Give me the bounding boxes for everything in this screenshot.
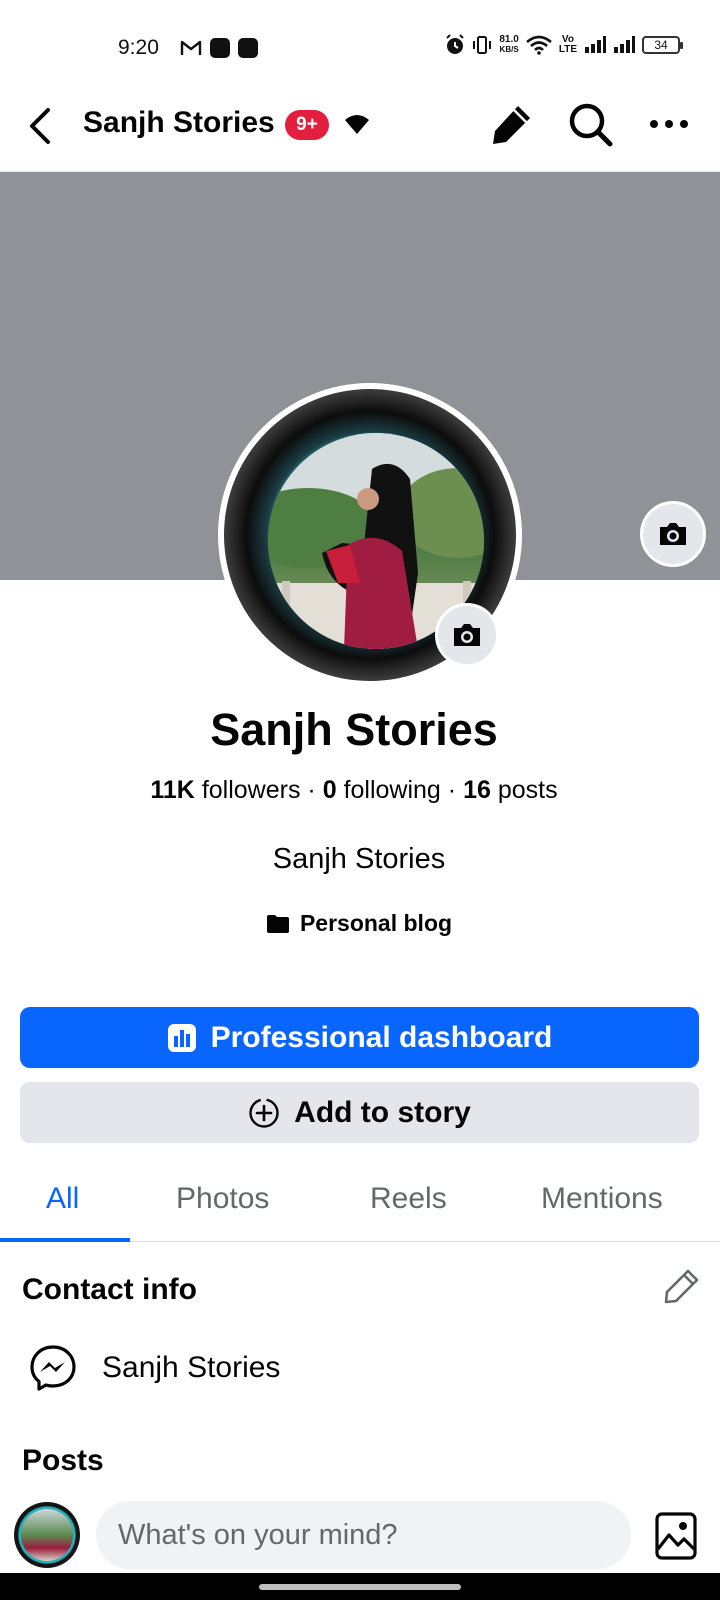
page-switcher-caret[interactable] [342, 112, 372, 140]
tab-reels[interactable]: Reels [370, 1182, 447, 1216]
volte-indicator: Vo LTE [558, 34, 577, 55]
active-tab-indicator [0, 1238, 130, 1242]
add-to-story-button[interactable]: Add to story [20, 1082, 699, 1143]
camera-icon [660, 523, 686, 545]
pencil-icon [493, 106, 530, 144]
gmail-icon [180, 40, 202, 55]
network-speed: 81.0 KB/S [499, 34, 519, 55]
messenger-icon [30, 1345, 76, 1391]
back-arrow-icon [30, 108, 50, 144]
followers-label[interactable]: followers [202, 776, 301, 804]
profile-name: Sanjh Stories [210, 704, 498, 755]
tab-all[interactable]: All [46, 1182, 79, 1216]
professional-dashboard-label: Professional dashboard [210, 1020, 553, 1054]
alarm-icon [446, 34, 465, 54]
caret-down-icon [345, 115, 369, 134]
dashboard-chart-icon [167, 1023, 196, 1052]
app-notification-icon [210, 38, 230, 58]
posts-title: Posts [22, 1444, 104, 1477]
back-button[interactable] [22, 104, 62, 148]
search-icon [569, 103, 613, 147]
page-switcher-title[interactable]: Sanjh Stories [83, 106, 275, 140]
composer-avatar-photo [21, 1509, 73, 1561]
profile-bio: Sanjh Stories [272, 843, 446, 875]
composer-avatar[interactable] [14, 1502, 80, 1568]
battery-indicator: 34 [642, 36, 683, 54]
following-label[interactable]: following [344, 776, 441, 804]
stats-separator: · [307, 776, 316, 804]
profile-tabs: All Photos Reels Mentions [0, 1168, 720, 1242]
app-notification-icon [238, 38, 258, 58]
messenger-contact[interactable]: Sanjh Stories [28, 1343, 280, 1393]
notification-badge: 9+ [285, 110, 329, 140]
status-bar: 9:20 81.0 KB/S Vo LTE 34 [0, 0, 720, 96]
more-icon [650, 120, 688, 128]
signal-icon [585, 36, 606, 53]
contact-info-title: Contact info [22, 1273, 197, 1306]
posts-count: 16 [463, 776, 491, 804]
signal-icon [614, 36, 635, 53]
messenger-contact-label: Sanjh Stories [102, 1351, 281, 1384]
profile-stats: 11K followers · 0 following · 16 posts [0, 776, 708, 805]
tab-photos[interactable]: Photos [176, 1182, 269, 1216]
status-time: 9:20 [118, 36, 159, 59]
notification-icons [180, 38, 258, 58]
camera-icon [454, 624, 480, 646]
followers-count[interactable]: 11K [150, 776, 194, 804]
add-photo-button[interactable] [654, 1511, 698, 1561]
category-folder-icon [266, 914, 289, 933]
vibrate-icon [473, 36, 492, 54]
profile-category: Personal blog [0, 910, 718, 937]
search-button[interactable] [566, 100, 614, 148]
edit-cover-button[interactable] [640, 501, 706, 567]
add-circle-icon [249, 1097, 279, 1128]
following-count[interactable]: 0 [323, 776, 337, 804]
edit-profile-picture-button[interactable] [435, 603, 499, 667]
whats-on-your-mind-input[interactable]: What's on your mind? [96, 1501, 631, 1569]
tab-mentions[interactable]: Mentions [541, 1182, 663, 1216]
photo-icon [655, 1512, 697, 1560]
more-options-button[interactable] [645, 100, 693, 148]
wifi-icon [526, 35, 552, 55]
system-icons: 81.0 KB/S Vo LTE 34 [445, 34, 683, 56]
professional-dashboard-button[interactable]: Professional dashboard [20, 1007, 699, 1068]
top-app-bar: Sanjh Stories 9+ [0, 88, 720, 172]
stats-separator: · [447, 776, 457, 804]
add-to-story-label: Add to story [294, 1095, 471, 1129]
pencil-outline-icon [664, 1269, 699, 1304]
posts-label: posts [497, 776, 558, 804]
system-navigation-bar [0, 1573, 720, 1600]
category-label: Personal blog [299, 910, 453, 936]
edit-contact-info-button[interactable] [662, 1266, 702, 1306]
home-gesture-handle[interactable] [259, 1584, 461, 1590]
edit-button[interactable] [488, 100, 536, 148]
